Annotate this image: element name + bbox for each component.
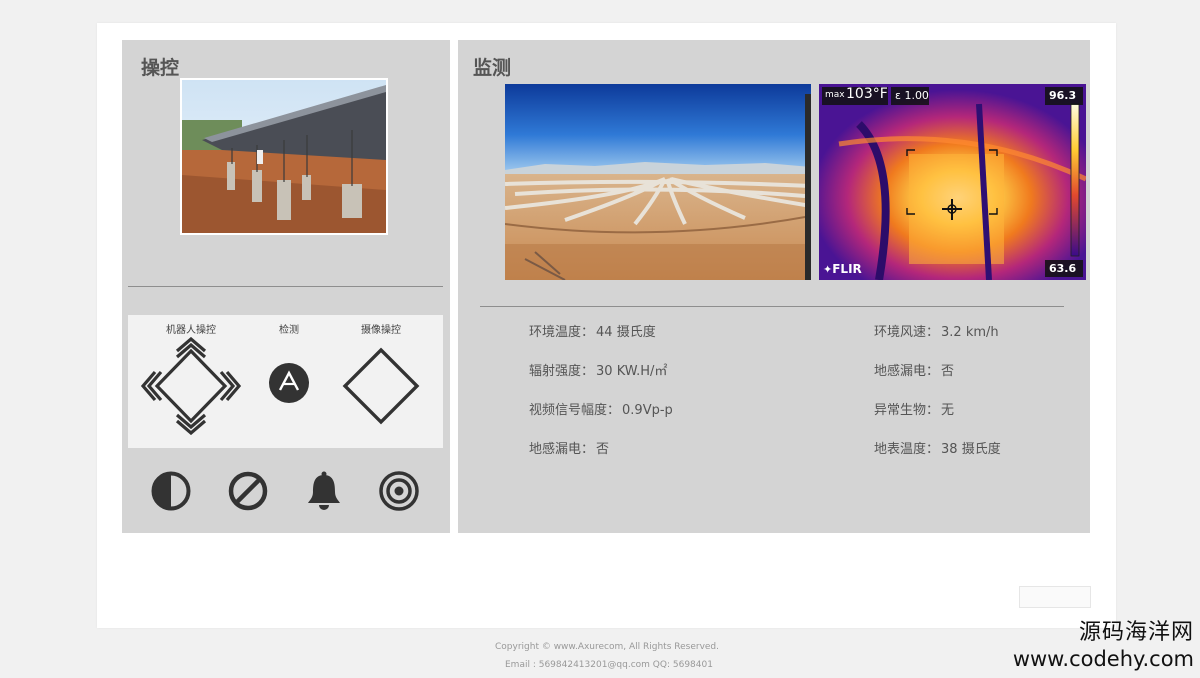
flir-mark-icon: ✦ [823, 263, 833, 276]
solar-array-image [182, 80, 386, 233]
thermal-image [819, 84, 1088, 281]
monitor-divider [480, 306, 1064, 307]
camera-control-label: 摄像操控 [361, 325, 401, 336]
metric-abnormal-creature: 异常生物：无 [874, 403, 955, 418]
solar-field-image [504, 84, 812, 281]
thermal-camera-feed[interactable]: max 103°F ε 1.00 96.3 63.6 ✦FLIR [819, 84, 1088, 281]
robot-camera-photo [180, 78, 388, 235]
control-title: 操控 [141, 57, 180, 79]
robot-dpad-icon [140, 336, 242, 436]
control-panel: 操控 机器人操控 检测 摄像操控 [122, 40, 450, 533]
thermal-scale-top: 96.3 [1049, 89, 1077, 102]
thermal-scale-bottom: 63.6 [1049, 262, 1077, 275]
robot-dpad[interactable] [140, 336, 242, 436]
pager-select[interactable] [1019, 586, 1091, 608]
bell-icon [308, 471, 340, 510]
monitor-panel: 监测 max 103°F ε 1.00 96.3 63.6 ✦FLIR 环境温度… [458, 40, 1090, 533]
footer-contact: Email : 569842413201@qq.com QQ: 5698401 [505, 660, 713, 670]
monitor-title: 监测 [473, 57, 512, 79]
metric-surface-temp: 地表温度： 38 摄氏度 [874, 442, 1001, 457]
control-divider [128, 286, 443, 287]
thermal-max-prefix: max [825, 90, 845, 100]
target-button[interactable] [378, 470, 420, 512]
camera-diamond-icon [342, 347, 420, 425]
watermark-cn: 源码海洋网 [1078, 620, 1194, 645]
metric-radiation: 辐射强度： 30 KW.H/㎡ [529, 364, 668, 379]
detect-label: 检测 [279, 325, 299, 336]
footer-copyright: Copyright © www.Axurecom, All Rights Res… [495, 642, 720, 652]
metric-ground-leakage: 地感漏电：否 [529, 442, 610, 457]
metric-wind-speed: 环境风速： 3.2 km/h [874, 325, 999, 340]
robot-control-label: 机器人操控 [166, 325, 216, 336]
camera-control-pad[interactable] [342, 347, 420, 425]
block-button[interactable] [227, 470, 269, 512]
site-watermark: 源码海洋网 www.codehy.com [1013, 620, 1194, 672]
metric-ambient-temp: 环境温度： 44 摄氏度 [529, 325, 656, 340]
target-icon [379, 471, 419, 511]
thermal-emissivity: ε 1.00 [895, 89, 929, 102]
detect-button[interactable] [269, 363, 309, 403]
metric-video-signal: 视频信号幅度： 0.9Vp-p [529, 403, 673, 418]
block-icon [228, 471, 268, 511]
flir-logo: ✦FLIR [823, 262, 862, 276]
pager-area [975, 586, 1145, 608]
scene-camera-feed[interactable] [504, 84, 812, 281]
contrast-button[interactable] [150, 470, 192, 512]
control-pad-area: 机器人操控 检测 摄像操控 [128, 315, 443, 448]
metric-ground-leakage-2: 地感漏电：否 [874, 364, 955, 379]
alarm-button[interactable] [303, 470, 345, 512]
detect-a-icon [269, 363, 309, 403]
contrast-icon [151, 471, 191, 511]
thermal-max-value: 103°F [846, 86, 888, 102]
watermark-url: www.codehy.com [1012, 647, 1194, 671]
